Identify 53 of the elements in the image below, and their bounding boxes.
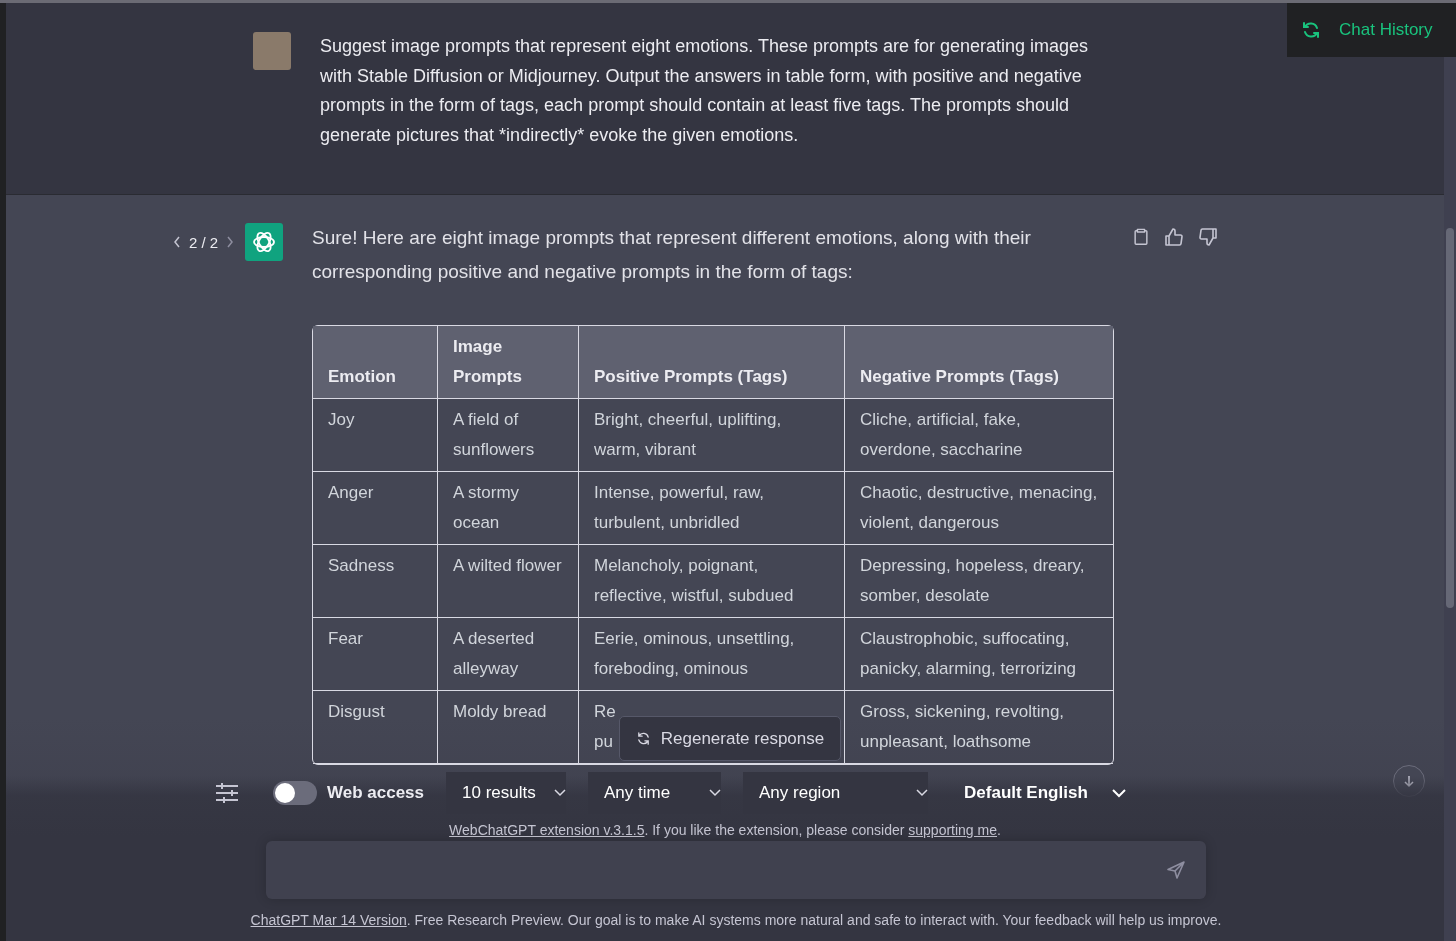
table-cell: Fear (313, 618, 438, 691)
extension-note: WebChatGPT extension v.3.1.5. If you like the extension, please consider supporting me. (449, 822, 1001, 838)
clipboard-icon[interactable] (1132, 227, 1150, 247)
chevron-right-icon[interactable] (226, 236, 235, 248)
thumbs-up-icon[interactable] (1164, 227, 1184, 247)
table-cell: Moldy bread (438, 691, 579, 764)
page-counter: 2 / 2 (189, 233, 219, 251)
thumbs-down-icon[interactable] (1198, 227, 1218, 247)
version-link[interactable]: ChatGPT Mar 14 Version (250, 912, 407, 928)
message-input-field[interactable] (266, 841, 1206, 899)
user-message-text: Suggest image prompts that represent eight emotions. These prompts are for generating images with Stable Diffusion or Midjourney. Output the answers in table form, with positive and negative prompts in the form of tags, each prompt should contain at least five tags. The prompts should generate pictures that *indirectly* evoke the given emotions. (320, 35, 1090, 147)
chevron-down-icon (709, 789, 722, 797)
table-cell: Eerie, ominous, unsettling, foreboding, ominous (579, 618, 845, 691)
column-header: Positive Prompts (Tags) (579, 326, 845, 399)
table-cell: Chaotic, destructive, menacing, violent, dangerous (845, 472, 1113, 545)
regenerate-response-button[interactable]: Regenerate response (618, 716, 842, 761)
table-cell: A field of sunflowers (438, 399, 579, 472)
table-cell: A deserted alleyway (438, 618, 579, 691)
web-access-toggle[interactable] (273, 781, 317, 805)
table-cell: Bright, cheerful, uplifting, warm, vibrant (579, 399, 845, 472)
knot-logo-icon (245, 223, 283, 261)
table-cell: Disgust (313, 691, 438, 764)
table-cell: Cliche, artificial, fake, overdone, saccharine (845, 399, 1113, 472)
table-cell: Depressing, hopeless, dreary, somber, desolate (845, 545, 1113, 618)
language-dropdown[interactable]: Default English (958, 782, 1132, 804)
column-header: Image Prompts (438, 326, 579, 399)
table-cell: Anger (313, 472, 438, 545)
refresh-icon (1301, 20, 1321, 40)
chevron-down-icon (1111, 788, 1126, 798)
table-cell: Sadness (313, 545, 438, 618)
footer-disclaimer: ChatGPT Mar 14 Version. Free Research Preview. Our goal is to make AI systems more natural and safe to interact with. Your feedback will help us improve. (250, 912, 1222, 928)
table-cell: Joy (313, 399, 438, 472)
table-cell: Intense, powerful, raw, turbulent, unbridled (579, 472, 845, 545)
column-header: Negative Prompts (Tags) (845, 326, 1113, 399)
table-cell: Claustrophobic, suffocating, panicky, alarming, terrorizing (845, 618, 1113, 691)
chevron-left-icon[interactable] (173, 236, 181, 248)
web-access-label: Web access (327, 783, 425, 803)
table-cell: A stormy ocean (438, 472, 579, 545)
column-header: Emotion (313, 326, 438, 399)
chevron-down-icon (554, 789, 567, 797)
refresh-icon (635, 731, 651, 746)
table-cell: Melancholy, poignant, reflective, wistful, subdued (579, 545, 845, 618)
assistant-message-text: Sure! Here are eight image prompts that represent different emotions, along with their corresponding positive and negative prompts in the form of tags: (312, 226, 1032, 284)
chevron-down-icon (916, 789, 929, 797)
supporting-link[interactable]: supporting me (908, 822, 997, 838)
send-icon[interactable] (1166, 860, 1186, 880)
table-cell: A wilted flower (438, 545, 579, 618)
scrollbar-thumb[interactable] (1446, 228, 1454, 608)
user-avatar-photo-placeholder (253, 32, 291, 70)
chat-history-button[interactable]: Chat History (1287, 3, 1456, 57)
table-cell: Gross, sickening, revolting, unpleasant, loathsome (845, 691, 1113, 764)
arrow-down-icon (1402, 774, 1416, 788)
sliders-icon[interactable] (215, 781, 239, 805)
